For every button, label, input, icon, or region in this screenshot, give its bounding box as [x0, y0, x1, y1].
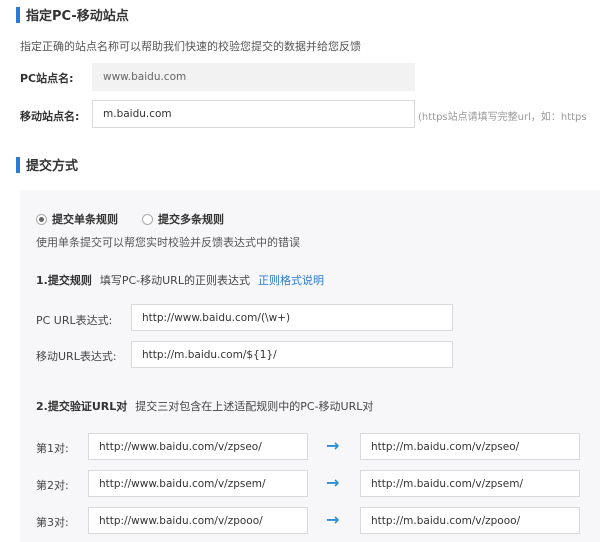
mobile-site-input[interactable]: m.baidu.com	[92, 100, 415, 128]
pc-site-input: www.baidu.com	[92, 63, 415, 91]
step1-desc: 填写PC-移动URL的正则表达式	[99, 274, 250, 287]
pair-pc-value: http://www.baidu.com/v/zpseo/	[99, 440, 262, 453]
pair-pc-input[interactable]: http://www.baidu.com/v/zpseo/	[88, 433, 308, 460]
radio-multi-rule[interactable]: 提交多条规则	[142, 211, 224, 227]
step2-desc: 提交三对包含在上述适配规则中的PC-移动URL对	[135, 400, 374, 413]
mobile-site-hint: (https站点请填写完整url，如：https	[418, 112, 587, 123]
pair-label: 第3对:	[36, 516, 69, 529]
pair-pc-value: http://www.baidu.com/v/zpooo/	[99, 514, 263, 527]
pair-mobile-value: http://m.baidu.com/v/zpseo/	[371, 440, 520, 453]
pc-expr-input[interactable]: http://www.baidu.com/(\w+)	[131, 304, 453, 331]
mobile-expr-input[interactable]: http://m.baidu.com/${1}/	[131, 341, 453, 368]
step2-title: 2.提交验证URL对	[36, 400, 128, 413]
pc-site-label: PC站点名:	[20, 72, 74, 85]
radio-unchecked-icon[interactable]	[142, 213, 153, 225]
mobile-expr-value: http://m.baidu.com/${1}/	[142, 348, 277, 361]
section-pc-mobile-header: 指定PC-移动站点	[16, 5, 129, 24]
pair-label: 第2对:	[36, 479, 69, 492]
pair-label: 第1对:	[36, 442, 69, 455]
radio-single-label: 提交单条规则	[52, 213, 118, 226]
pair-pc-input[interactable]: http://www.baidu.com/v/zpsem/	[88, 470, 308, 497]
mobile-expr-label: 移动URL表达式:	[36, 350, 117, 363]
pc-site-value: www.baidu.com	[103, 71, 187, 83]
section-submit-method-header: 提交方式	[16, 155, 78, 174]
radio-single-rule[interactable]: 提交单条规则	[36, 211, 118, 227]
radio-description: 使用单条提交可以帮您实时校验并反馈表达式中的错误	[36, 236, 300, 249]
pair-mobile-input[interactable]: http://m.baidu.com/v/zpooo/	[360, 507, 580, 534]
section-title-submit-method: 提交方式	[26, 159, 79, 174]
section-title-pc-mobile: 指定PC-移动站点	[26, 9, 129, 24]
pair-mobile-input[interactable]: http://m.baidu.com/v/zpsem/	[360, 470, 580, 497]
pc-expr-value: http://www.baidu.com/(\w+)	[142, 311, 291, 324]
mobile-site-value: m.baidu.com	[103, 108, 172, 120]
mobile-site-label: 移动站点名:	[20, 110, 80, 123]
section-marker	[16, 156, 20, 173]
pc-expr-label: PC URL表达式:	[36, 314, 113, 327]
step1-title: 1.提交规则	[36, 274, 92, 287]
pair-mobile-input[interactable]: http://m.baidu.com/v/zpseo/	[360, 433, 580, 460]
pair-pc-value: http://www.baidu.com/v/zpsem/	[99, 477, 266, 490]
radio-checked-icon[interactable]	[36, 213, 47, 225]
pair-pc-input[interactable]: http://www.baidu.com/v/zpooo/	[88, 507, 308, 534]
section-marker	[16, 6, 20, 23]
arrow-right-icon: →	[326, 510, 340, 529]
arrow-right-icon: →	[326, 436, 340, 455]
section-description: 指定正确的站点名称可以帮助我们快速的校验您提交的数据并给您反馈	[20, 40, 361, 53]
radio-multi-label: 提交多条规则	[158, 213, 224, 226]
step1-header: 1.提交规则 填写PC-移动URL的正则表达式 正则格式说明	[36, 272, 324, 288]
step2-header: 2.提交验证URL对 提交三对包含在上述适配规则中的PC-移动URL对	[36, 398, 373, 414]
arrow-right-icon: →	[326, 473, 340, 492]
regex-help-link[interactable]: 正则格式说明	[258, 272, 324, 288]
pair-mobile-value: http://m.baidu.com/v/zpooo/	[371, 514, 521, 527]
pair-mobile-value: http://m.baidu.com/v/zpsem/	[371, 477, 523, 490]
